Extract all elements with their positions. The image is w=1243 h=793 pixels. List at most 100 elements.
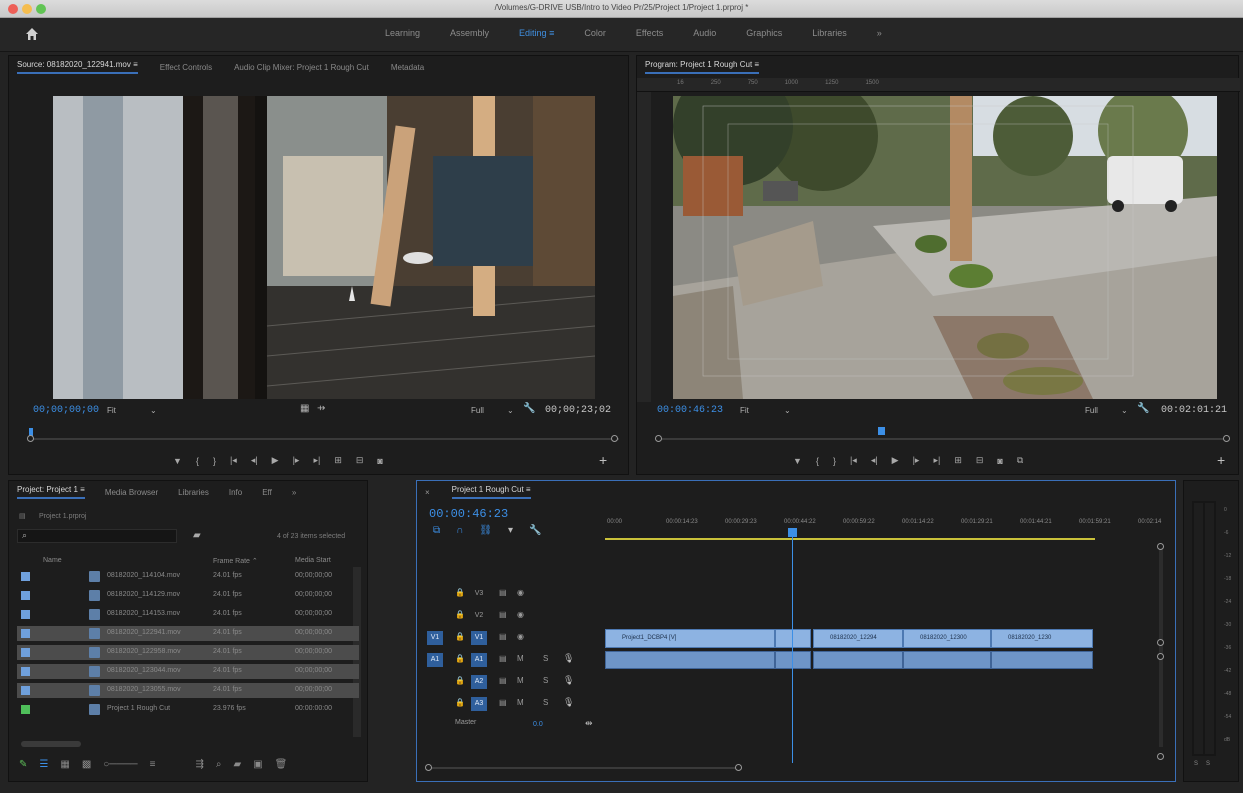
overwrite-icon[interactable]: ⊟ [356, 455, 364, 466]
track-lock-icon[interactable]: 🔒 [455, 632, 465, 641]
column-media-start[interactable]: Media Start [295, 557, 331, 564]
program-fit-dropdown[interactable]: Fit [740, 406, 749, 415]
mark-out-icon[interactable]: } [213, 456, 216, 466]
program-export-frame-icon[interactable]: ◙ [997, 456, 1002, 466]
program-mark-out-icon[interactable]: } [833, 456, 836, 466]
master-volume-value[interactable]: 0.0 [533, 721, 543, 728]
tab-sequence[interactable]: Project 1 Rough Cut ≡ [451, 485, 531, 499]
voice-over-record-icon[interactable]: 🎙 [563, 653, 574, 664]
automate-to-sequence-icon[interactable]: ⇶ [196, 759, 204, 770]
timeline-playhead-handle[interactable] [788, 528, 797, 537]
source-patch-v1[interactable]: V1 [427, 631, 443, 645]
label-color-swatch[interactable] [21, 591, 30, 600]
tab-effects[interactable]: Eff [262, 488, 272, 497]
workspace-tab-graphics[interactable]: Graphics [731, 28, 797, 38]
label-color-swatch[interactable] [21, 648, 30, 657]
project-tabs-overflow-button[interactable]: » [292, 488, 296, 497]
icon-view-icon[interactable]: ▦ [60, 759, 69, 770]
workspace-tab-color[interactable]: Color [569, 28, 621, 38]
new-bin-icon[interactable]: ▰ [193, 530, 201, 541]
audio-clip-4[interactable] [903, 651, 991, 669]
drag-audio-only-icon[interactable]: ⇸ [317, 403, 325, 414]
project-item-row[interactable]: 08182020_122941.mov 24.01 fps 00;00;00;00 [17, 626, 359, 641]
sync-lock-icon[interactable]: ▤ [499, 632, 507, 641]
sync-lock-icon[interactable]: ▤ [499, 588, 507, 597]
mute-track-button[interactable]: M [517, 676, 524, 685]
extract-icon[interactable]: ⊟ [976, 455, 984, 466]
timeline-vscroll-handle-top[interactable] [1157, 543, 1164, 550]
audio-clip-2[interactable] [775, 651, 811, 669]
step-forward-icon[interactable]: |▸ [293, 455, 300, 466]
project-item-row[interactable]: 08182020_114129.mov 24.01 fps 00;00;00;00 [17, 588, 359, 603]
track-lock-icon[interactable]: 🔒 [455, 588, 465, 597]
solo-right-button[interactable]: S [1206, 761, 1210, 767]
project-item-row[interactable]: 08182020_123044.mov 24.01 fps 00;00;00;00 [17, 664, 359, 679]
program-resolution-chevron-icon[interactable]: ⌄ [1121, 406, 1128, 415]
timeline-vertical-scrollbar[interactable] [1159, 547, 1163, 747]
audio-clip-1[interactable] [605, 651, 775, 669]
mute-track-button[interactable]: M [517, 698, 524, 707]
voice-over-record-icon[interactable]: 🎙 [563, 697, 574, 708]
tab-effect-controls[interactable]: Effect Controls [160, 63, 212, 72]
source-scrub-bar[interactable] [29, 438, 619, 440]
project-item-row[interactable]: 08182020_114153.mov 24.01 fps 00;00;00;00 [17, 607, 359, 622]
list-view-icon[interactable]: ☰ [39, 759, 48, 770]
program-zoom-handle-right[interactable] [1223, 435, 1230, 442]
voice-over-record-icon[interactable]: 🎙 [563, 675, 574, 686]
label-color-swatch[interactable] [21, 667, 30, 676]
toggle-output-eye-icon[interactable]: ◉ [517, 610, 524, 619]
program-fit-chevron-icon[interactable]: ⌄ [784, 406, 791, 415]
track-lock-icon[interactable]: 🔒 [455, 676, 465, 685]
program-mark-in-icon[interactable]: { [816, 456, 819, 466]
insert-icon[interactable]: ⊞ [334, 455, 342, 466]
tab-program[interactable]: Program: Project 1 Rough Cut ≡ [645, 60, 760, 74]
track-lock-icon[interactable]: 🔒 [455, 698, 465, 707]
program-scrub-bar[interactable] [657, 438, 1227, 440]
freeform-view-icon[interactable]: ▩ [82, 759, 91, 770]
track-lock-icon[interactable]: 🔒 [455, 610, 465, 619]
program-add-marker-icon[interactable]: ▼ [793, 456, 802, 466]
program-play-icon[interactable]: ▶ [892, 455, 899, 466]
comparison-view-icon[interactable]: ⧉ [1017, 455, 1023, 466]
tab-media-browser[interactable]: Media Browser [105, 488, 158, 497]
lift-icon[interactable]: ⊞ [954, 455, 962, 466]
zoom-slider-icon[interactable]: ○──── [103, 759, 137, 770]
video-clip-4[interactable]: 08182020_12300 [903, 629, 991, 648]
track-target-a2[interactable]: A2 [471, 675, 487, 689]
tab-info[interactable]: Info [229, 488, 242, 497]
track-lock-icon[interactable]: 🔒 [455, 654, 465, 663]
track-target-v2[interactable]: V2 [471, 609, 487, 623]
work-area-bar[interactable] [605, 538, 1095, 540]
track-target-v3[interactable]: V3 [471, 587, 487, 601]
timeline-vscroll-handle-mid[interactable] [1157, 639, 1164, 646]
audio-clip-3[interactable] [813, 651, 903, 669]
find-icon[interactable]: ⌕ [216, 759, 222, 770]
tab-libraries[interactable]: Libraries [178, 488, 209, 497]
export-frame-icon[interactable]: ◙ [377, 456, 382, 466]
timeline-zoom-handle-left[interactable] [425, 764, 432, 771]
program-playhead[interactable] [877, 427, 885, 435]
tab-audio-clip-mixer[interactable]: Audio Clip Mixer: Project 1 Rough Cut [234, 63, 369, 72]
label-color-swatch[interactable] [21, 705, 30, 714]
audio-clip-5[interactable] [991, 651, 1093, 669]
solo-track-button[interactable]: S [543, 676, 548, 685]
program-zoom-handle-left[interactable] [655, 435, 662, 442]
project-item-row[interactable]: 08182020_114104.mov 24.01 fps 00;00;00;00 [17, 569, 359, 584]
mark-in-icon[interactable]: { [196, 456, 199, 466]
track-target-a1[interactable]: A1 [471, 653, 487, 667]
new-item-icon[interactable]: ▣ [253, 759, 262, 770]
timeline-zoom-handle-right[interactable] [735, 764, 742, 771]
tab-source[interactable]: Source: 08182020_122941.mov ≡ [17, 60, 138, 74]
column-frame-rate[interactable]: Frame Rate ⌃ [213, 557, 258, 565]
timeline-timecode[interactable]: 00:00:46:23 [429, 507, 508, 521]
drag-video-only-icon[interactable]: ▦ [300, 403, 309, 414]
sync-lock-icon[interactable]: ▤ [499, 676, 507, 685]
go-to-out-icon[interactable]: ▸| [313, 455, 320, 466]
label-color-swatch[interactable] [21, 629, 30, 638]
step-back-icon[interactable]: ◂| [251, 455, 258, 466]
tab-project[interactable]: Project: Project 1 ≡ [17, 485, 85, 499]
source-settings-wrench-icon[interactable]: 🔧 [523, 403, 535, 414]
solo-track-button[interactable]: S [543, 698, 548, 707]
play-icon[interactable]: ▶ [272, 455, 279, 466]
toggle-output-eye-icon[interactable]: ◉ [517, 632, 524, 641]
